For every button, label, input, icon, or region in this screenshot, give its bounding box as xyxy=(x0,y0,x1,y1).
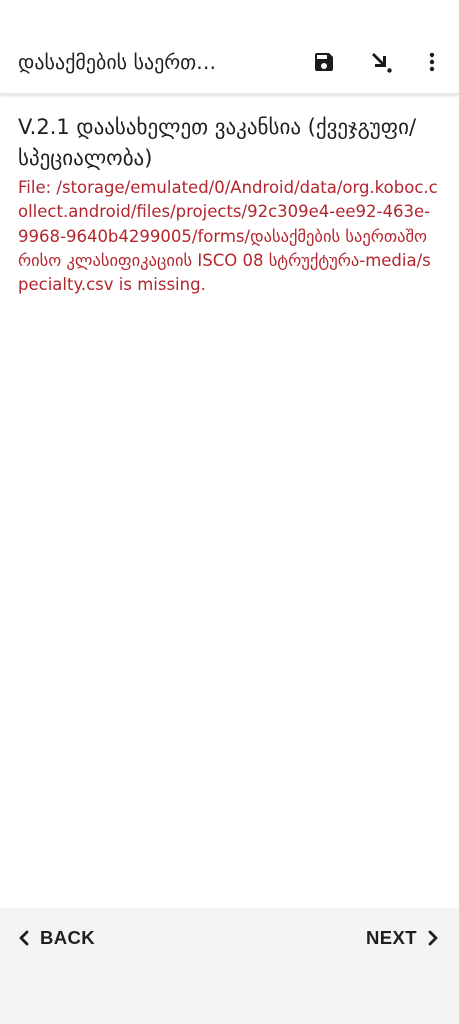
question-label: V.2.1 დაასახელეთ ვაკანსია (ქვეჯგუფი/სპეც… xyxy=(18,115,417,170)
question-area: V.2.1 დაასახელეთ ვაკანსია (ქვეჯგუფი/სპეც… xyxy=(18,112,438,297)
chevron-left-icon xyxy=(19,930,29,946)
save-button[interactable] xyxy=(306,44,342,80)
save-icon xyxy=(315,53,333,71)
next-button[interactable]: NEXT xyxy=(366,925,439,951)
missing-file-error: File: /storage/emulated/0/Android/data/o… xyxy=(18,178,438,295)
jump-to-icon xyxy=(372,53,392,73)
next-label: NEXT xyxy=(366,927,417,948)
chevron-right-icon xyxy=(428,930,438,946)
back-label: BACK xyxy=(40,927,96,948)
back-button[interactable]: BACK xyxy=(18,925,95,951)
jump-to-button[interactable] xyxy=(363,44,399,80)
form-title: დასაქმების საერთ… xyxy=(18,50,217,74)
more-vert-icon xyxy=(429,52,435,72)
form-entry-screen: დასაქმების საერთ… V.2.1 დაასახელეთ ვაკან… xyxy=(0,0,459,1024)
overflow-menu-button[interactable] xyxy=(414,44,450,80)
app-toolbar: დასაქმების საერთ… xyxy=(0,0,459,94)
form-navigation-bar: BACK NEXT xyxy=(0,908,459,1024)
